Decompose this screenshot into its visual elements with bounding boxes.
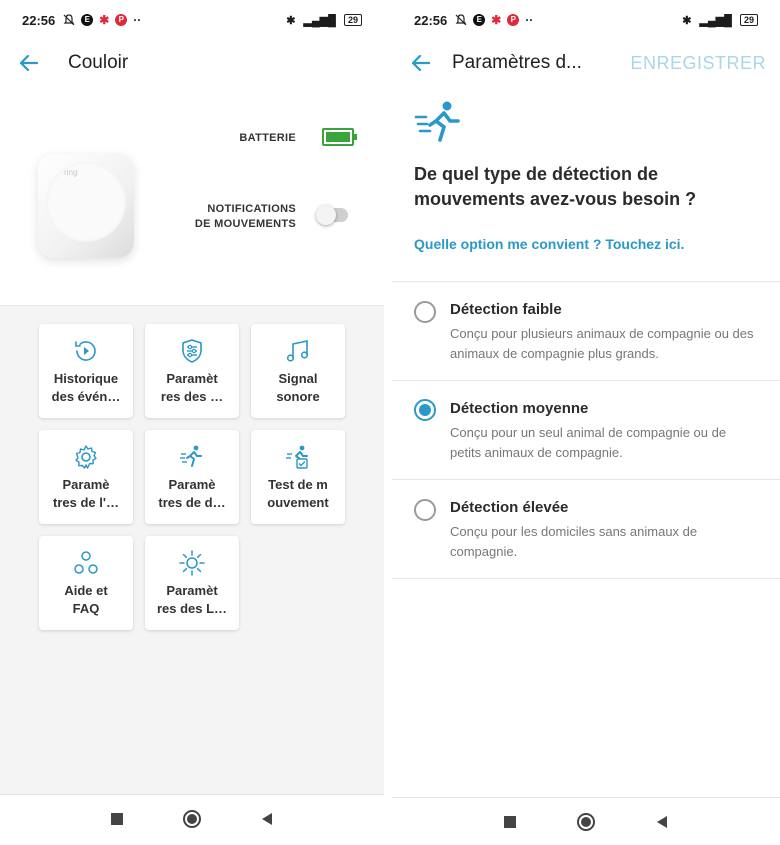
triangle-back-icon [261,812,272,825]
option-medium-detection[interactable]: Détection moyenne Conçu pour un seul ani… [392,381,780,479]
tile-detection-settings[interactable]: Paramè tres de d… [145,430,239,524]
tile-privacy-settings[interactable]: Paramèt res des … [145,324,239,418]
back-arrow-icon[interactable] [16,50,42,76]
tile-label: Signal sonore [276,371,320,404]
tile-help-faq[interactable]: Aide et FAQ [39,536,133,630]
tile-label: Paramè tres de d… [158,477,226,510]
status-time: 22:56 [22,12,56,28]
tile-label: Paramèt res des … [160,371,224,404]
triangle-back-icon [657,815,667,828]
tile-chime-tone[interactable]: Signal sonore [251,324,345,418]
tile-light-settings[interactable]: Paramèt res des L… [145,536,239,630]
device-summary: ring BATTERIE NOTIFICATIONS DE MOUVEMENT… [0,86,384,306]
square-icon [111,812,124,825]
option-description: Conçu pour les domiciles sans animaux de… [450,524,698,559]
home-button[interactable] [574,810,598,834]
option-description: Conçu pour un seul animal de compagnie o… [450,425,727,460]
option-description: Conçu pour plusieurs animaux de compagni… [450,326,754,361]
circle-icon [182,809,201,828]
tile-event-history[interactable]: Historique des évén… [39,324,133,418]
signal-icon: ▂▄▆█ [699,14,732,27]
mute-bell-icon [455,14,467,26]
save-button[interactable]: ENREGISTRER [630,53,766,74]
gear-notification-icon: ✱ [491,13,502,27]
radio-high[interactable] [414,499,436,521]
more-notifications-icon: ·· [525,13,534,27]
help-circles-icon [73,550,99,576]
mute-bell-icon [63,14,75,26]
shield-settings-icon [179,338,205,364]
detection-question: De quel type de détection de mouvements … [414,164,697,209]
history-icon [73,338,99,364]
sun-light-icon [179,550,205,576]
recents-button[interactable] [105,807,129,831]
battery-full-icon [322,128,357,146]
detection-settings-screen: 22:56 E ✱ P ·· ✱ ▂▄▆█ 29 Paramètres d...… [392,0,780,845]
system-nav-bar [392,797,780,845]
device-logo: ring [64,168,78,177]
tile-label: Paramè tres de l'… [53,477,119,510]
gear-icon [73,444,99,470]
back-button[interactable] [650,810,674,834]
motion-test-icon [285,444,311,470]
option-title: Détection élevée [450,499,569,516]
tile-label: Test de m ouvement [267,477,329,510]
option-high-detection[interactable]: Détection élevée Conçu pour les domicile… [392,480,780,578]
settings-grid: Historique des évén… Paramèt res des … S… [0,306,384,794]
home-button[interactable] [180,807,204,831]
divider [392,578,780,579]
motion-notifications-toggle[interactable] [316,205,348,225]
motion-sensor-image: ring [38,154,134,258]
app-badge-icon: E [473,14,486,26]
system-nav-bar [0,794,384,842]
tile-motion-test[interactable]: Test de m ouvement [251,430,345,524]
device-screen: 22:56 E ✱ P ·· ✱ ▂▄▆█ 29 Couloir ring BA… [0,0,384,845]
music-note-icon [285,338,311,364]
more-notifications-icon: ·· [133,13,142,27]
page-title: Paramètres d... [452,52,582,73]
square-icon [504,815,516,828]
help-link[interactable]: Quelle option me convient ? Touchez ici. [414,236,684,252]
running-motion-icon [414,101,460,142]
option-low-detection[interactable]: Détection faible Conçu pour plusieurs an… [392,282,780,380]
status-time: 22:56 [414,12,448,28]
battery-indicator: 29 [739,14,758,26]
tile-label: Aide et FAQ [64,583,108,616]
back-arrow-icon[interactable] [408,50,434,76]
page-title: Couloir [68,52,129,73]
pinterest-icon: P [507,14,520,26]
status-bar: 22:56 E ✱ P ·· ✱ ▂▄▆█ 29 [392,0,780,40]
bluetooth-icon: ✱ [682,14,692,27]
running-motion-icon [179,444,205,470]
app-bar: Paramètres d... ENREGISTRER [392,40,780,86]
back-button[interactable] [255,807,279,831]
radio-medium-selected[interactable] [414,399,436,421]
bluetooth-icon: ✱ [286,14,296,27]
tile-label: Paramèt res des L… [156,583,228,616]
circle-icon [577,812,595,831]
signal-icon: ▂▄▆█ [303,14,336,27]
app-bar: Couloir [0,40,384,86]
status-bar: 22:56 E ✱ P ·· ✱ ▂▄▆█ 29 [0,0,384,40]
recents-button[interactable] [498,810,522,834]
battery-label: BATTERIE [239,132,296,144]
gear-notification-icon: ✱ [99,13,110,27]
screen-divider [384,0,392,845]
option-title: Détection moyenne [450,400,589,417]
motion-notifications-label: NOTIFICATIONS DE MOUVEMENTS [194,203,296,230]
pinterest-icon: P [115,14,128,26]
radio-low[interactable] [414,301,436,323]
tile-label: Historique des évén… [51,371,121,404]
battery-indicator: 29 [343,14,362,26]
option-title: Détection faible [450,301,562,318]
tile-device-settings[interactable]: Paramè tres de l'… [39,430,133,524]
app-badge-icon: E [81,14,94,26]
